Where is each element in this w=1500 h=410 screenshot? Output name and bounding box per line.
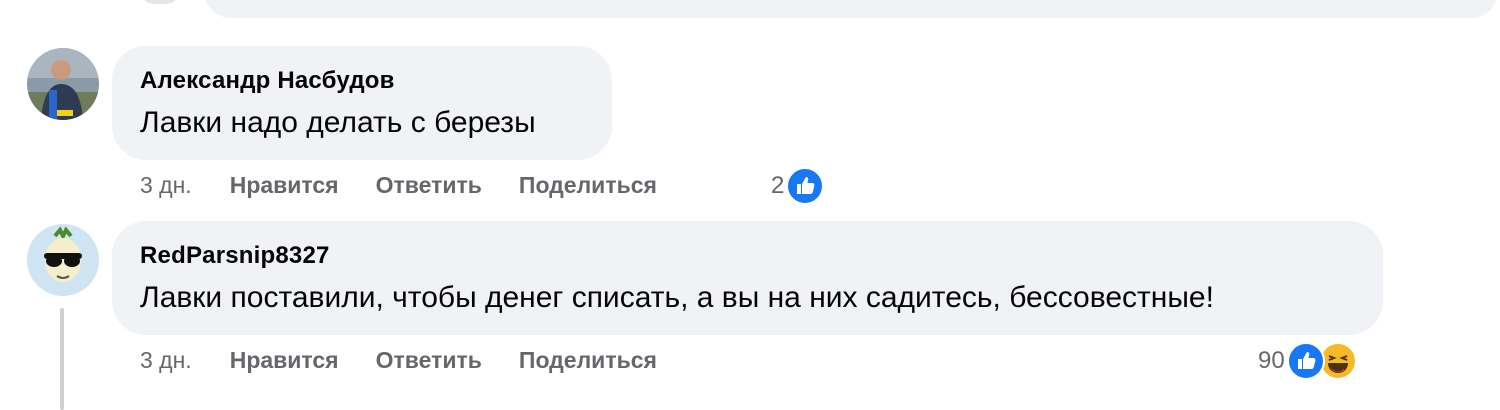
comment-text: Лавки надо делать с березы <box>140 106 536 139</box>
share-button[interactable]: Поделиться <box>519 347 657 374</box>
share-button[interactable]: Поделиться <box>519 172 657 199</box>
reaction-count: 2 <box>771 172 785 199</box>
reaction-count: 90 <box>1258 347 1285 374</box>
reaction-summary[interactable]: 90 <box>1258 342 1357 380</box>
avatar[interactable] <box>27 48 99 120</box>
like-icon <box>1286 342 1325 380</box>
like-icon <box>786 167 825 205</box>
comment-author[interactable]: Александр Насбудов <box>140 67 395 95</box>
reply-button[interactable]: Ответить <box>376 172 482 199</box>
comment-bubble: Александр Насбудов Лавки надо делать с б… <box>112 46 612 160</box>
comment-timestamp[interactable]: 3 дн. <box>140 172 192 199</box>
comment-text: Лавки поставили, чтобы денег списать, а … <box>140 281 1214 314</box>
avatar[interactable] <box>27 224 99 296</box>
comment-bubble: RedParsnip8327 Лавки поставили, чтобы де… <box>112 221 1383 335</box>
current-user-avatar <box>140 0 180 4</box>
reaction-summary[interactable]: 2 <box>771 167 825 205</box>
comment-input[interactable] <box>204 0 1498 18</box>
comment-author[interactable]: RedParsnip8327 <box>140 242 330 270</box>
comment-actions: 3 дн. Нравится Ответить Поделиться <box>140 172 657 199</box>
comment-timestamp[interactable]: 3 дн. <box>140 347 192 374</box>
comment-actions: 3 дн. Нравится Ответить Поделиться <box>140 347 657 374</box>
like-button[interactable]: Нравится <box>230 347 339 374</box>
thread-connector-line <box>60 308 64 410</box>
reply-button[interactable]: Ответить <box>376 347 482 374</box>
like-button[interactable]: Нравится <box>230 172 339 199</box>
